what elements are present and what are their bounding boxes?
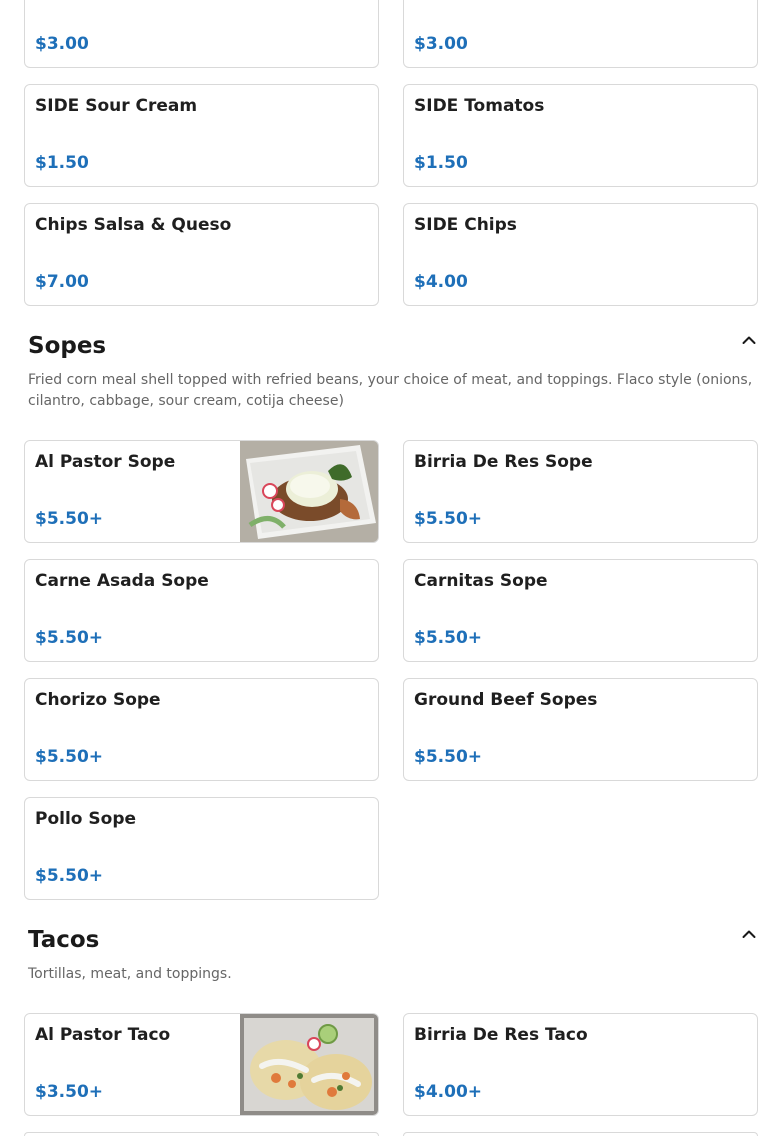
menu-item-name: SIDE Sour Cream [35,96,198,116]
menu-item-card[interactable]: Carne Asada Sope $5.50+ [24,559,379,662]
section-description: Tortillas, meat, and toppings. [28,966,232,982]
menu-item-name: SIDE Chips [414,215,517,235]
menu-item-price: $3.00 [35,34,89,54]
menu-item-card[interactable]: SIDE Tomatos $1.50 [403,84,758,187]
section-description: Fried corn meal shell topped with refrie… [28,372,753,409]
menu-item-card[interactable]: $3.00 [403,0,758,68]
menu-item-card[interactable]: Pollo Sope $5.50+ [24,797,379,900]
menu-item-name: Birria De Res Sope [414,452,593,472]
menu-item-price: $1.50 [35,153,89,173]
menu-item-name: Carne Asada Sope [35,571,209,591]
chevron-up-icon [742,336,756,344]
menu-item-name: Chorizo Sope [35,690,161,710]
menu-item-price: $5.50+ [414,509,483,529]
menu-item-name: SIDE Tomatos [414,96,545,116]
menu-item-price: $1.50 [414,153,468,173]
menu-item-card[interactable]: Birria De Res Taco $4.00+ [403,1013,758,1116]
menu-item-card[interactable]: Al Pastor Sope $5.50+ [24,440,379,543]
menu-item-name: Al Pastor Taco [35,1025,171,1045]
menu-item-name: Al Pastor Sope [35,452,176,472]
section-title-sopes: Sopes [28,333,107,359]
menu-item-price: $5.50+ [35,747,104,767]
menu-item-card[interactable]: Birria De Res Sope $5.50+ [403,440,758,543]
section-title-tacos: Tacos [28,927,100,953]
menu-item-name: Pollo Sope [35,809,137,829]
menu-item-card[interactable]: Chips Salsa & Queso $7.00 [24,203,379,306]
menu-item-name: Carnitas Sope [414,571,548,591]
collapse-section-button[interactable] [738,923,760,945]
menu-item-name: Ground Beef Sopes [414,690,598,710]
menu-item-price: $3.50+ [35,1082,104,1102]
menu-item-image [240,1014,378,1115]
menu-item-image [240,441,378,542]
menu-item-price: $3.00 [414,34,468,54]
menu-item-card[interactable]: SIDE Chips $4.00 [403,203,758,306]
menu-item-price: $5.50+ [35,628,104,648]
menu-item-card[interactable]: Ground Beef Sopes $5.50+ [403,678,758,781]
menu-item-card[interactable]: $3.00 [24,0,379,68]
chevron-up-icon [742,930,756,938]
menu-item-price: $4.00 [414,272,468,292]
menu-item-card[interactable]: Al Pastor Taco $3.50+ [24,1013,379,1116]
menu-item-price: $5.50+ [35,509,104,529]
menu-item-price: $4.00+ [414,1082,483,1102]
menu-item-price: $5.50+ [414,747,483,767]
menu-item-price: $5.50+ [35,866,104,886]
menu-item-price: $7.00 [35,272,89,292]
menu-item-card[interactable]: Chorizo Sope $5.50+ [24,678,379,781]
menu-item-card[interactable]: Carnitas Sope $5.50+ [403,559,758,662]
menu-item-name: Birria De Res Taco [414,1025,588,1045]
menu-item-card[interactable] [24,1132,379,1136]
menu-item-price: $5.50+ [414,628,483,648]
menu-item-name: Chips Salsa & Queso [35,215,232,235]
menu-item-card[interactable]: SIDE Sour Cream $1.50 [24,84,379,187]
menu-item-card[interactable] [403,1132,758,1136]
collapse-section-button[interactable] [738,329,760,351]
